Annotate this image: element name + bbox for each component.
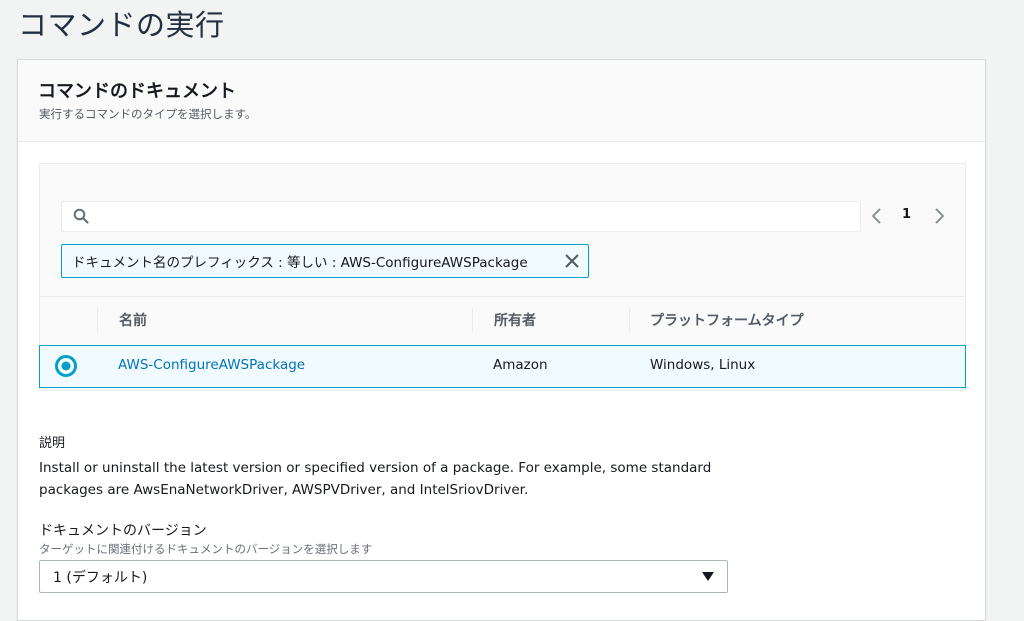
document-table: 1 ドキュメント名のプレフィックス : 等しい : AWS-ConfigureA… bbox=[39, 163, 966, 391]
version-label: ドキュメントのバージョン bbox=[39, 523, 207, 539]
search-box[interactable] bbox=[61, 201, 861, 232]
search-input[interactable] bbox=[98, 206, 852, 228]
column-separator bbox=[97, 308, 98, 333]
column-separator bbox=[472, 308, 473, 333]
table-row[interactable]: AWS-ConfigureAWSPackage Amazon Windows, … bbox=[39, 345, 966, 388]
document-name-link[interactable]: AWS-ConfigureAWSPackage bbox=[118, 357, 305, 373]
document-platform: Windows, Linux bbox=[650, 357, 756, 373]
document-owner: Amazon bbox=[493, 357, 548, 373]
table-header: 名前 所有者 プラットフォームタイプ bbox=[40, 296, 965, 344]
description-text: Install or uninstall the latest version … bbox=[39, 460, 712, 498]
radio-selected-icon[interactable] bbox=[55, 355, 77, 377]
page-title: コマンドの実行 bbox=[18, 8, 225, 42]
search-icon bbox=[73, 208, 89, 224]
caret-down-icon bbox=[702, 572, 714, 581]
command-document-panel: コマンドのドキュメント 実行するコマンドのタイプを選択します。 1 ドキュメント… bbox=[17, 59, 986, 621]
filter-token: ドキュメント名のプレフィックス : 等しい : AWS-ConfigureAWS… bbox=[61, 244, 589, 278]
pagination-current-page[interactable]: 1 bbox=[902, 207, 911, 222]
panel-title: コマンドのドキュメント bbox=[38, 81, 236, 102]
chevron-right-icon[interactable] bbox=[930, 204, 948, 228]
column-header-name[interactable]: 名前 bbox=[119, 310, 147, 330]
filter-token-text: ドキュメント名のプレフィックス : 等しい : AWS-ConfigureAWS… bbox=[72, 255, 528, 271]
version-select-value: 1 (デフォルト) bbox=[53, 570, 148, 586]
version-hint: ターゲットに関連付けるドキュメントのバージョンを選択します bbox=[39, 542, 373, 556]
chevron-left-icon[interactable] bbox=[868, 204, 886, 228]
panel-header: コマンドのドキュメント 実行するコマンドのタイプを選択します。 bbox=[18, 60, 985, 142]
column-separator bbox=[629, 308, 630, 333]
version-select[interactable]: 1 (デフォルト) bbox=[39, 560, 728, 593]
description-label: 説明 bbox=[39, 436, 66, 451]
close-icon[interactable] bbox=[564, 253, 580, 269]
panel-description: 実行するコマンドのタイプを選択します。 bbox=[39, 107, 257, 121]
column-header-platform[interactable]: プラットフォームタイプ bbox=[650, 310, 804, 330]
column-header-owner[interactable]: 所有者 bbox=[494, 310, 536, 330]
